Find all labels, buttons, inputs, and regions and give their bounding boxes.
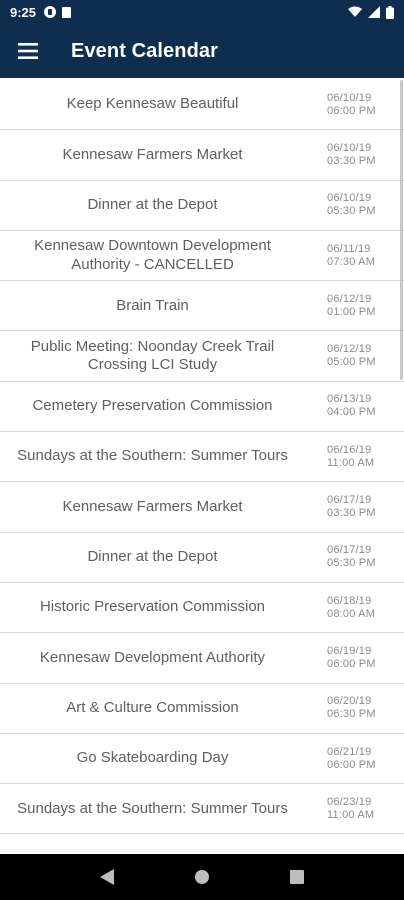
event-row[interactable]: Historic Preservation Commission 06/18/19… — [0, 583, 404, 634]
event-datetime: 06/17/19 05:30 PM — [327, 544, 376, 570]
sd-card-icon — [62, 6, 72, 18]
event-row[interactable]: Kennesaw Farmers Market 06/17/19 03:30 PM — [0, 482, 404, 533]
event-datetime: 06/10/19 06:00 PM — [327, 92, 376, 118]
event-row[interactable]: Art & Culture Commission 06/20/19 06:30 PM — [0, 684, 404, 734]
status-bar: 9:25 — [0, 0, 404, 24]
event-title: Kennesaw Development Authority — [39, 648, 266, 666]
back-button[interactable] — [87, 857, 127, 897]
notification-icons — [44, 6, 72, 18]
event-title: Keep Kennesaw Beautiful — [66, 95, 239, 113]
event-datetime: 06/18/19 08:00 AM — [327, 595, 375, 621]
app-bar: Event Calendar — [0, 24, 404, 78]
event-row[interactable]: Cemetery Preservation Commission 06/13/19… — [0, 382, 404, 433]
event-time: 06:00 PM — [327, 657, 376, 670]
event-title: Brain Train — [116, 296, 189, 314]
event-time: 04:00 PM — [327, 406, 376, 419]
event-row[interactable]: Kennesaw Downtown Development Authority … — [0, 231, 404, 282]
event-title: Cemetery Preservation Commission — [32, 397, 273, 415]
event-datetime: 06/10/19 03:30 PM — [327, 142, 376, 168]
event-time: 03:30 PM — [327, 154, 376, 167]
event-date: 06/16/19 — [327, 443, 372, 456]
battery-icon — [386, 5, 394, 19]
status-time: 9:25 — [10, 4, 37, 20]
event-title: Historic Preservation Commission — [39, 598, 266, 616]
event-time: 05:30 PM — [327, 205, 376, 218]
app-notification-icon — [44, 6, 57, 18]
event-title: Public Meeting: Noonday Creek Trail Cros… — [30, 337, 275, 374]
event-date: 06/18/19 — [327, 594, 372, 607]
event-date: 06/12/19 — [327, 292, 372, 305]
event-date: 06/17/19 — [327, 494, 372, 507]
event-row[interactable]: 06/24/19 — [0, 834, 404, 854]
event-date: 06/10/19 — [327, 141, 372, 154]
event-time: 05:30 PM — [327, 557, 376, 570]
system-nav-bar — [0, 854, 404, 900]
event-date: 06/21/19 — [327, 745, 372, 758]
event-datetime: 06/10/19 05:30 PM — [327, 192, 376, 218]
event-datetime: 06/12/19 01:00 PM — [327, 293, 376, 319]
event-title: Dinner at the Depot — [87, 548, 218, 566]
event-date: 06/19/19 — [327, 644, 372, 657]
event-row[interactable]: Kennesaw Farmers Market 06/10/19 03:30 PM — [0, 130, 404, 181]
event-title: Dinner at the Depot — [87, 195, 218, 213]
page-title: Event Calendar — [71, 39, 219, 62]
event-row[interactable]: Sundays at the Southern: Summer Tours 06/… — [0, 784, 404, 835]
event-datetime: 06/21/19 06:00 PM — [327, 746, 376, 772]
back-triangle-icon — [100, 869, 115, 885]
home-button[interactable] — [182, 857, 222, 897]
event-time: 11:00 AM — [327, 808, 375, 821]
event-title: Sundays at the Southern: Summer Tours — [17, 799, 288, 817]
event-datetime: 06/17/19 03:30 PM — [327, 494, 376, 520]
event-datetime: 06/11/19 07:30 AM — [327, 243, 375, 269]
event-time: 05:00 PM — [327, 356, 376, 369]
menu-button[interactable] — [0, 24, 56, 78]
event-title: Go Skateboarding Day — [76, 749, 229, 767]
event-row[interactable]: Dinner at the Depot 06/17/19 05:30 PM — [0, 533, 404, 583]
event-row[interactable]: Go Skateboarding Day 06/21/19 06:00 PM — [0, 734, 404, 785]
home-circle-icon — [194, 870, 209, 884]
event-time: 01:00 PM — [327, 305, 376, 318]
event-row[interactable]: Kennesaw Development Authority 06/19/19 06… — [0, 633, 404, 684]
event-title: Kennesaw Farmers Market — [62, 497, 243, 515]
event-time: 11:00 AM — [327, 456, 375, 469]
event-date: 06/10/19 — [327, 192, 372, 205]
hamburger-menu-icon — [18, 43, 38, 59]
event-list[interactable]: Keep Kennesaw Beautiful 06/10/19 06:00 PM K… — [0, 80, 404, 854]
event-date: 06/20/19 — [327, 695, 372, 708]
event-time: 08:00 AM — [327, 607, 376, 620]
signal-icon — [368, 6, 380, 18]
event-row[interactable]: Keep Kennesaw Beautiful 06/10/19 06:00 PM — [0, 80, 404, 131]
event-date: 06/10/19 — [327, 91, 372, 104]
event-datetime: 06/20/19 06:30 PM — [327, 695, 376, 721]
event-date: 06/17/19 — [327, 544, 372, 557]
recents-square-icon — [289, 870, 304, 884]
event-title: Art & Culture Commission — [66, 698, 239, 716]
event-datetime: 06/23/19 11:00 AM — [327, 796, 374, 822]
event-row[interactable]: Brain Train 06/12/19 01:00 PM — [0, 281, 404, 332]
event-date: 06/23/19 — [327, 795, 372, 808]
event-datetime: 06/12/19 05:00 PM — [327, 343, 376, 369]
event-time: 06:30 PM — [327, 708, 376, 721]
event-row[interactable]: Sundays at the Southern: Summer Tours 06/… — [0, 432, 404, 483]
scrollbar[interactable] — [400, 80, 403, 380]
event-title: Kennesaw Downtown Development Authority … — [34, 237, 271, 273]
event-datetime: 06/19/19 06:00 PM — [327, 645, 376, 671]
event-date: 06/13/19 — [327, 393, 372, 406]
event-time: 06:00 PM — [327, 758, 376, 771]
event-datetime: 06/16/19 11:00 AM — [327, 444, 374, 470]
wifi-icon — [348, 6, 362, 17]
event-title: Kennesaw Farmers Market — [62, 145, 243, 163]
event-time: 07:30 AM — [327, 255, 376, 268]
event-datetime: 06/13/19 04:00 PM — [327, 393, 376, 419]
event-time: 03:30 PM — [327, 507, 376, 520]
recents-button[interactable] — [277, 857, 317, 897]
system-icons — [348, 5, 394, 19]
event-row[interactable]: Dinner at the Depot 06/10/19 05:30 PM — [0, 181, 404, 231]
event-date: 06/12/19 — [327, 343, 372, 356]
event-title: Sundays at the Southern: Summer Tours — [17, 447, 288, 465]
event-time: 06:00 PM — [327, 104, 376, 117]
event-date: 06/11/19 — [327, 242, 371, 255]
event-row[interactable]: Public Meeting: Noonday Creek Trail Cros… — [0, 331, 404, 382]
